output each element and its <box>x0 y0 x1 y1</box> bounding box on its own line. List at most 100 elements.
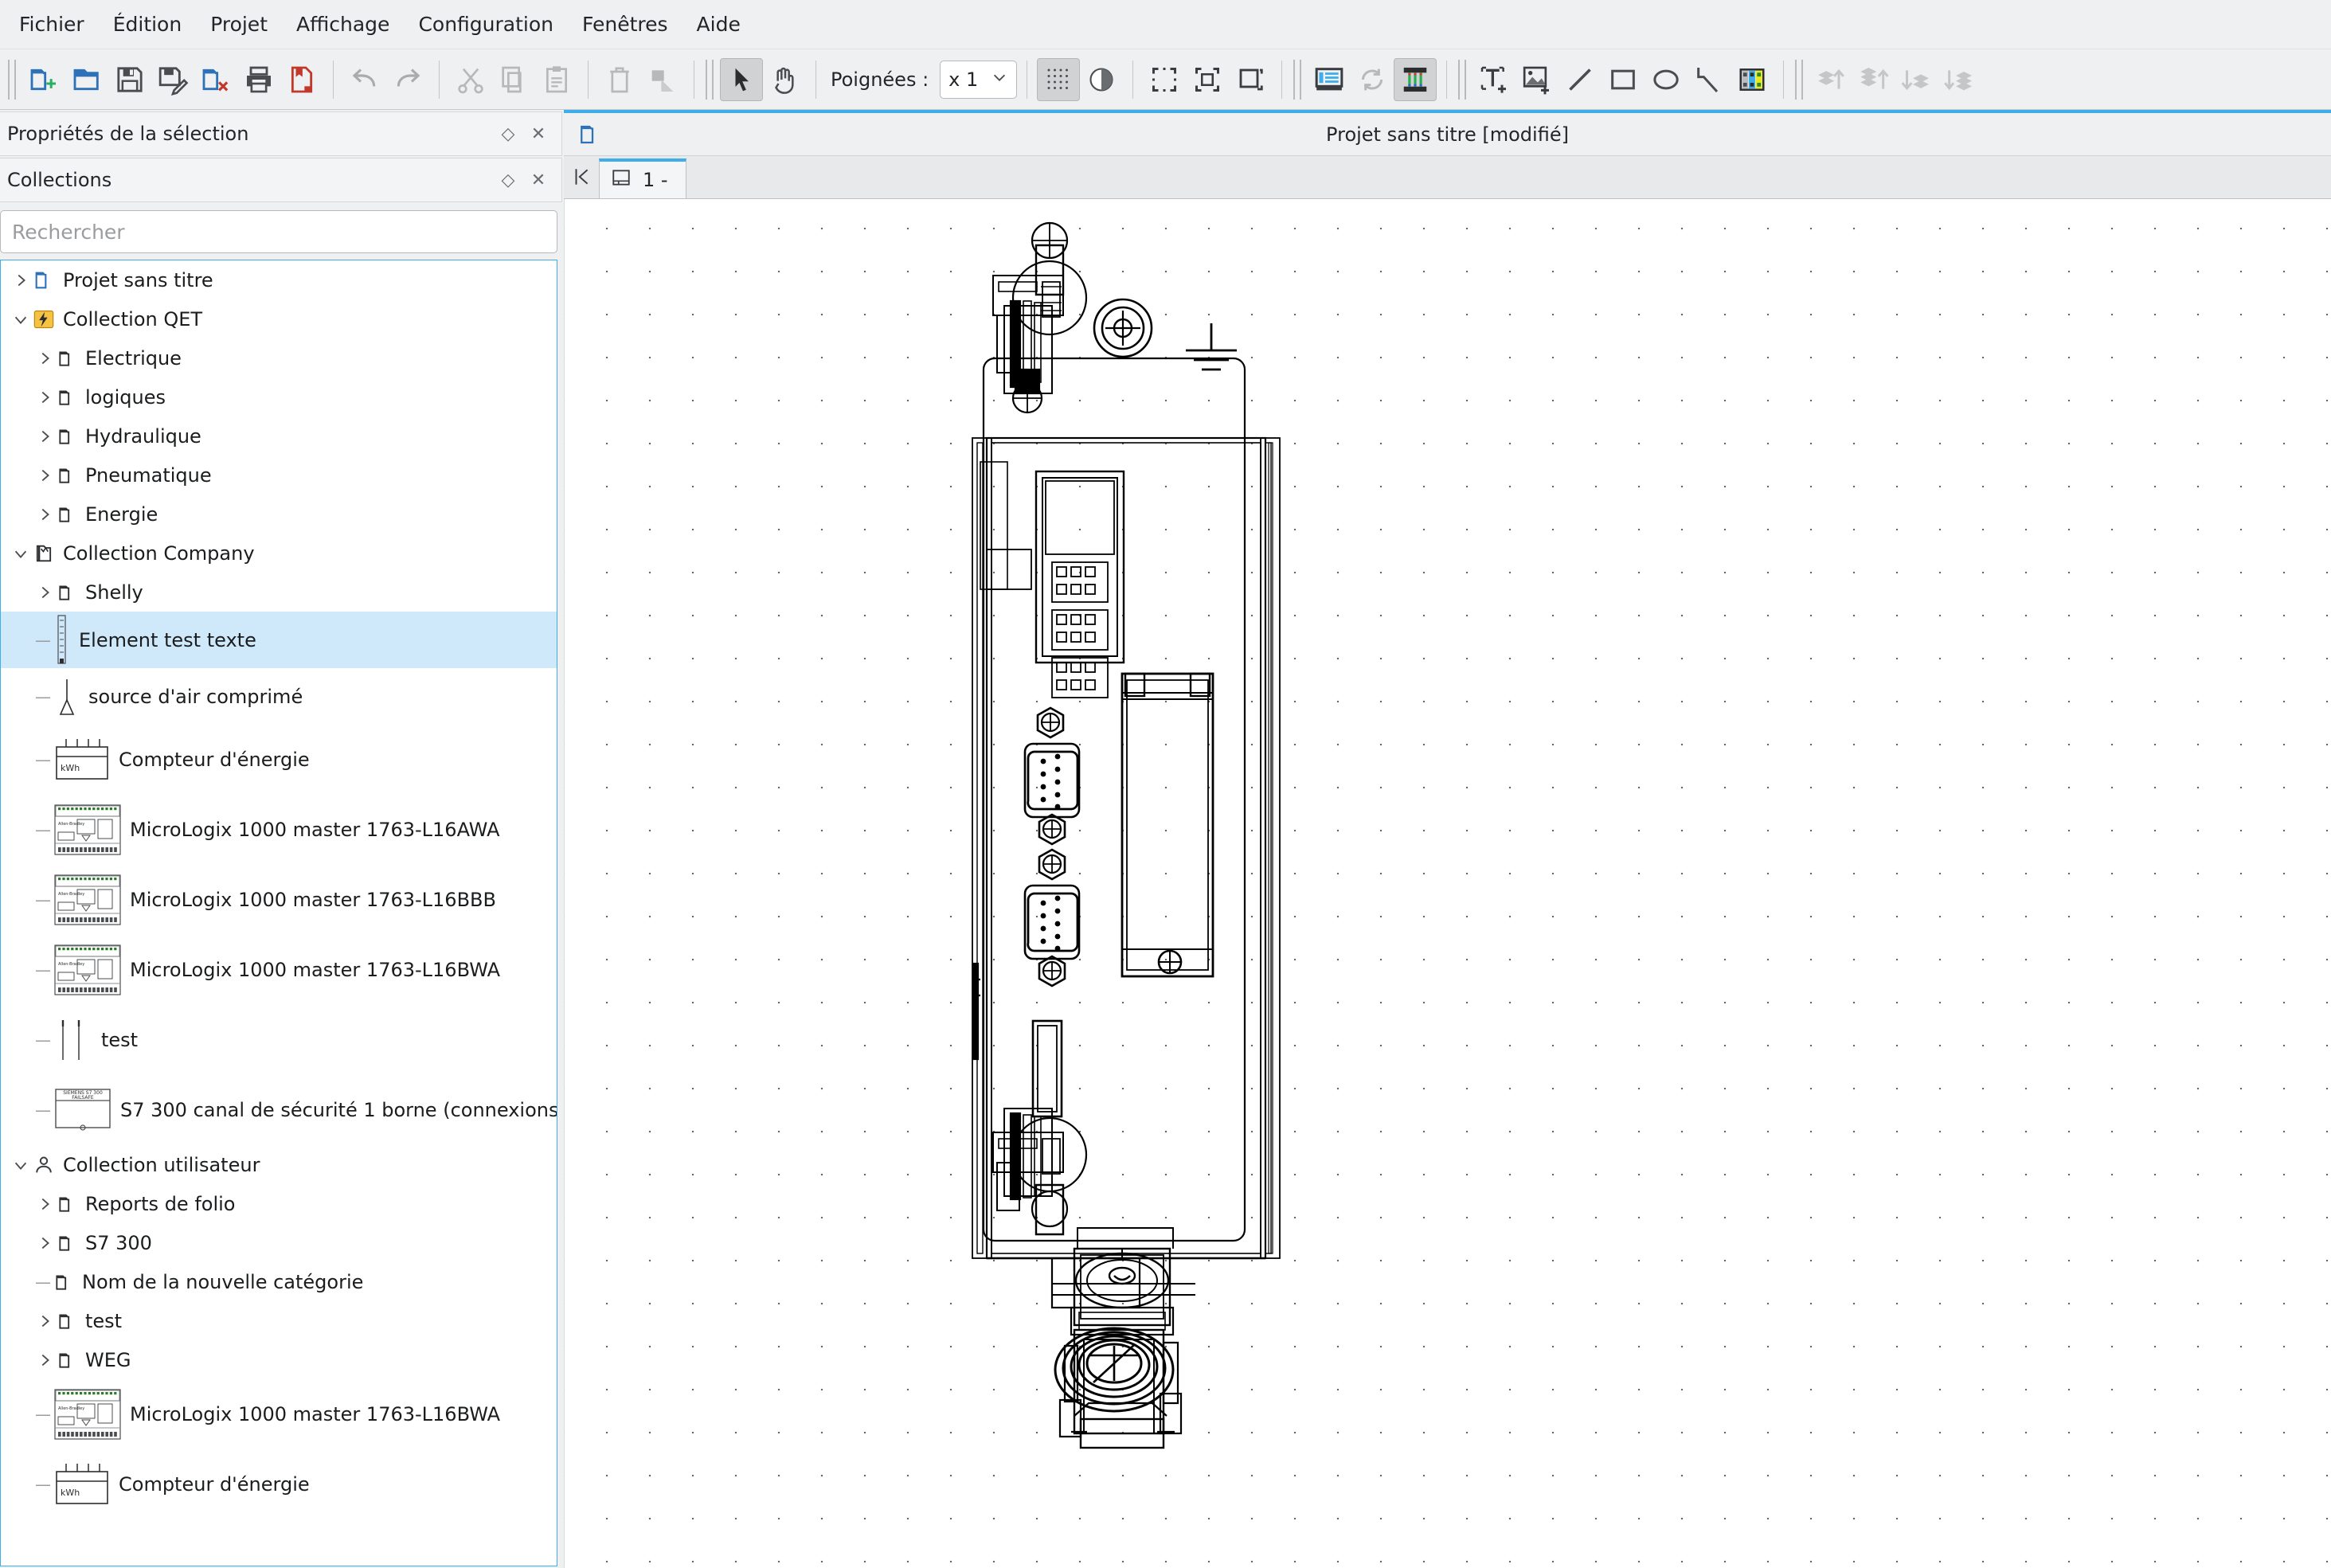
selection-fit-icon[interactable] <box>1186 58 1229 101</box>
fill-color-icon[interactable] <box>1080 58 1123 101</box>
toolbar-drag-handle-4[interactable] <box>1458 59 1467 100</box>
select-tool-icon[interactable] <box>720 57 763 101</box>
undo-icon[interactable] <box>343 58 386 101</box>
toolbar-drag-handle-3[interactable] <box>1293 59 1302 100</box>
bring-forward-icon[interactable] <box>1809 58 1852 101</box>
svg-text:kWh: kWh <box>61 763 80 773</box>
tree-item[interactable]: — Element test texte <box>1 612 557 668</box>
properties-float-button[interactable]: ◇ <box>493 119 523 149</box>
tree-item[interactable]: — SIEMENS S7 300 FAILSAFE S7 300 canal d… <box>1 1075 557 1145</box>
chevron-right-icon[interactable] <box>33 1234 57 1252</box>
rotate-icon[interactable] <box>641 58 684 101</box>
add-image-icon[interactable] <box>1516 58 1559 101</box>
tree-item[interactable]: — Allen-Bradley MicroLogix 1000 master 1… <box>1 865 557 935</box>
search-input[interactable] <box>0 210 557 253</box>
chevron-right-icon[interactable] <box>33 1312 57 1330</box>
chevron-right-icon[interactable] <box>33 389 57 406</box>
toolbar-drag-handle[interactable] <box>8 59 16 100</box>
export-pdf-icon[interactable] <box>280 58 323 101</box>
chevron-right-icon[interactable] <box>33 584 57 601</box>
close-project-icon[interactable] <box>194 58 237 101</box>
tree-item[interactable]: — Allen-Bradley MicroLogix 1000 master 1… <box>1 935 557 1005</box>
chevron-right-icon[interactable] <box>33 1351 57 1369</box>
tree-item[interactable]: Collection utilisateur <box>1 1145 557 1184</box>
redo-icon[interactable] <box>386 58 429 101</box>
delete-icon[interactable] <box>598 58 641 101</box>
tree-item[interactable]: — kWh Compteur d'énergie <box>1 1449 557 1519</box>
tree-item[interactable]: Shelly <box>1 573 557 612</box>
tree-item-label: test <box>101 1029 139 1051</box>
pan-tool-icon[interactable] <box>763 58 806 101</box>
tree-item[interactable]: Collection Company <box>1 534 557 573</box>
tree-item[interactable]: S7 300 <box>1 1223 557 1262</box>
save-icon[interactable] <box>108 58 151 101</box>
cut-icon[interactable] <box>449 58 492 101</box>
refresh-icon[interactable] <box>1351 58 1394 101</box>
menu-affichage[interactable]: Affichage <box>282 8 404 41</box>
chevron-right-icon[interactable] <box>33 506 57 523</box>
print-icon[interactable] <box>237 58 280 101</box>
menu-edition[interactable]: Édition <box>99 8 197 41</box>
copy-icon[interactable] <box>492 58 535 101</box>
tree-item[interactable]: — Allen-Bradley MicroLogix 1000 master 1… <box>1 795 557 865</box>
save-as-icon[interactable] <box>151 58 194 101</box>
nomenclature-icon[interactable] <box>1308 58 1351 101</box>
collections-float-button[interactable]: ◇ <box>493 165 523 195</box>
open-project-icon[interactable] <box>65 58 108 101</box>
chevron-right-icon[interactable] <box>9 272 33 289</box>
collections-close-button[interactable]: ✕ <box>523 165 553 195</box>
menu-configuration[interactable]: Configuration <box>404 8 568 41</box>
tree-item[interactable]: — Allen-Bradley MicroLogix 1000 master 1… <box>1 1379 557 1449</box>
selection-rect-icon[interactable] <box>1143 58 1186 101</box>
tree-item[interactable]: Pneumatique <box>1 456 557 495</box>
chevron-down-icon[interactable] <box>9 1156 33 1174</box>
draw-ellipse-icon[interactable] <box>1645 58 1688 101</box>
chevron-right-icon[interactable] <box>33 428 57 445</box>
tree-item[interactable]: Reports de folio <box>1 1184 557 1223</box>
add-text-icon[interactable] <box>1473 58 1516 101</box>
tree-item[interactable]: Collection QET <box>1 299 557 338</box>
chevron-right-icon[interactable] <box>33 1195 57 1213</box>
chevron-right-icon[interactable] <box>33 350 57 367</box>
tree-item[interactable]: test <box>1 1301 557 1340</box>
bring-to-front-icon[interactable] <box>1852 58 1895 101</box>
tree-item-label: Compteur d'énergie <box>119 1473 310 1496</box>
terminal-strip-icon[interactable] <box>1731 58 1774 101</box>
properties-close-button[interactable]: ✕ <box>523 119 553 149</box>
toolbar-drag-handle-5[interactable] <box>1795 59 1804 100</box>
tab-first-button[interactable] <box>564 155 599 198</box>
selection-frame-icon[interactable] <box>1229 58 1272 101</box>
menu-projet[interactable]: Projet <box>196 8 282 41</box>
draw-rectangle-icon[interactable] <box>1602 58 1645 101</box>
tree-item[interactable]: — Nom de la nouvelle catégorie <box>1 1262 557 1301</box>
tree-item[interactable]: logiques <box>1 377 557 416</box>
tree-item[interactable]: Electrique <box>1 338 557 377</box>
handles-select[interactable]: x 1 <box>940 60 1018 99</box>
tree-item[interactable]: — source d'air comprimé <box>1 668 557 725</box>
tree-item[interactable]: Hydraulique <box>1 416 557 456</box>
tree-item[interactable]: WEG <box>1 1340 557 1379</box>
menu-aide[interactable]: Aide <box>682 8 755 41</box>
paste-icon[interactable] <box>535 58 578 101</box>
send-backward-icon[interactable] <box>1895 58 1938 101</box>
draw-line-icon[interactable] <box>1559 58 1602 101</box>
tree-item[interactable]: Projet sans titre <box>1 260 557 299</box>
grid-toggle-icon[interactable] <box>1037 57 1081 101</box>
send-to-back-icon[interactable] <box>1938 58 1981 101</box>
tree-item[interactable]: Energie <box>1 495 557 534</box>
draw-polyline-icon[interactable] <box>1688 58 1731 101</box>
chevron-down-icon[interactable] <box>9 545 33 562</box>
tree-item[interactable]: — kWh Compteur d'énergie <box>1 725 557 795</box>
chevron-right-icon[interactable] <box>33 467 57 484</box>
menu-fenetres[interactable]: Fenêtres <box>568 8 682 41</box>
new-project-icon[interactable] <box>22 58 65 101</box>
menu-fichier[interactable]: Fichier <box>5 8 99 41</box>
conductor-tool-icon[interactable] <box>1394 57 1437 101</box>
schematic-drawing[interactable] <box>565 199 2317 1568</box>
tab-folio-1[interactable]: 1 - <box>599 158 686 198</box>
drawing-canvas[interactable] <box>564 199 2331 1568</box>
toolbar-drag-handle-2[interactable] <box>706 59 714 100</box>
collections-tree[interactable]: Projet sans titre Collection QET Electri… <box>0 260 557 1566</box>
chevron-down-icon[interactable] <box>9 311 33 328</box>
tree-item[interactable]: — test <box>1 1005 557 1075</box>
